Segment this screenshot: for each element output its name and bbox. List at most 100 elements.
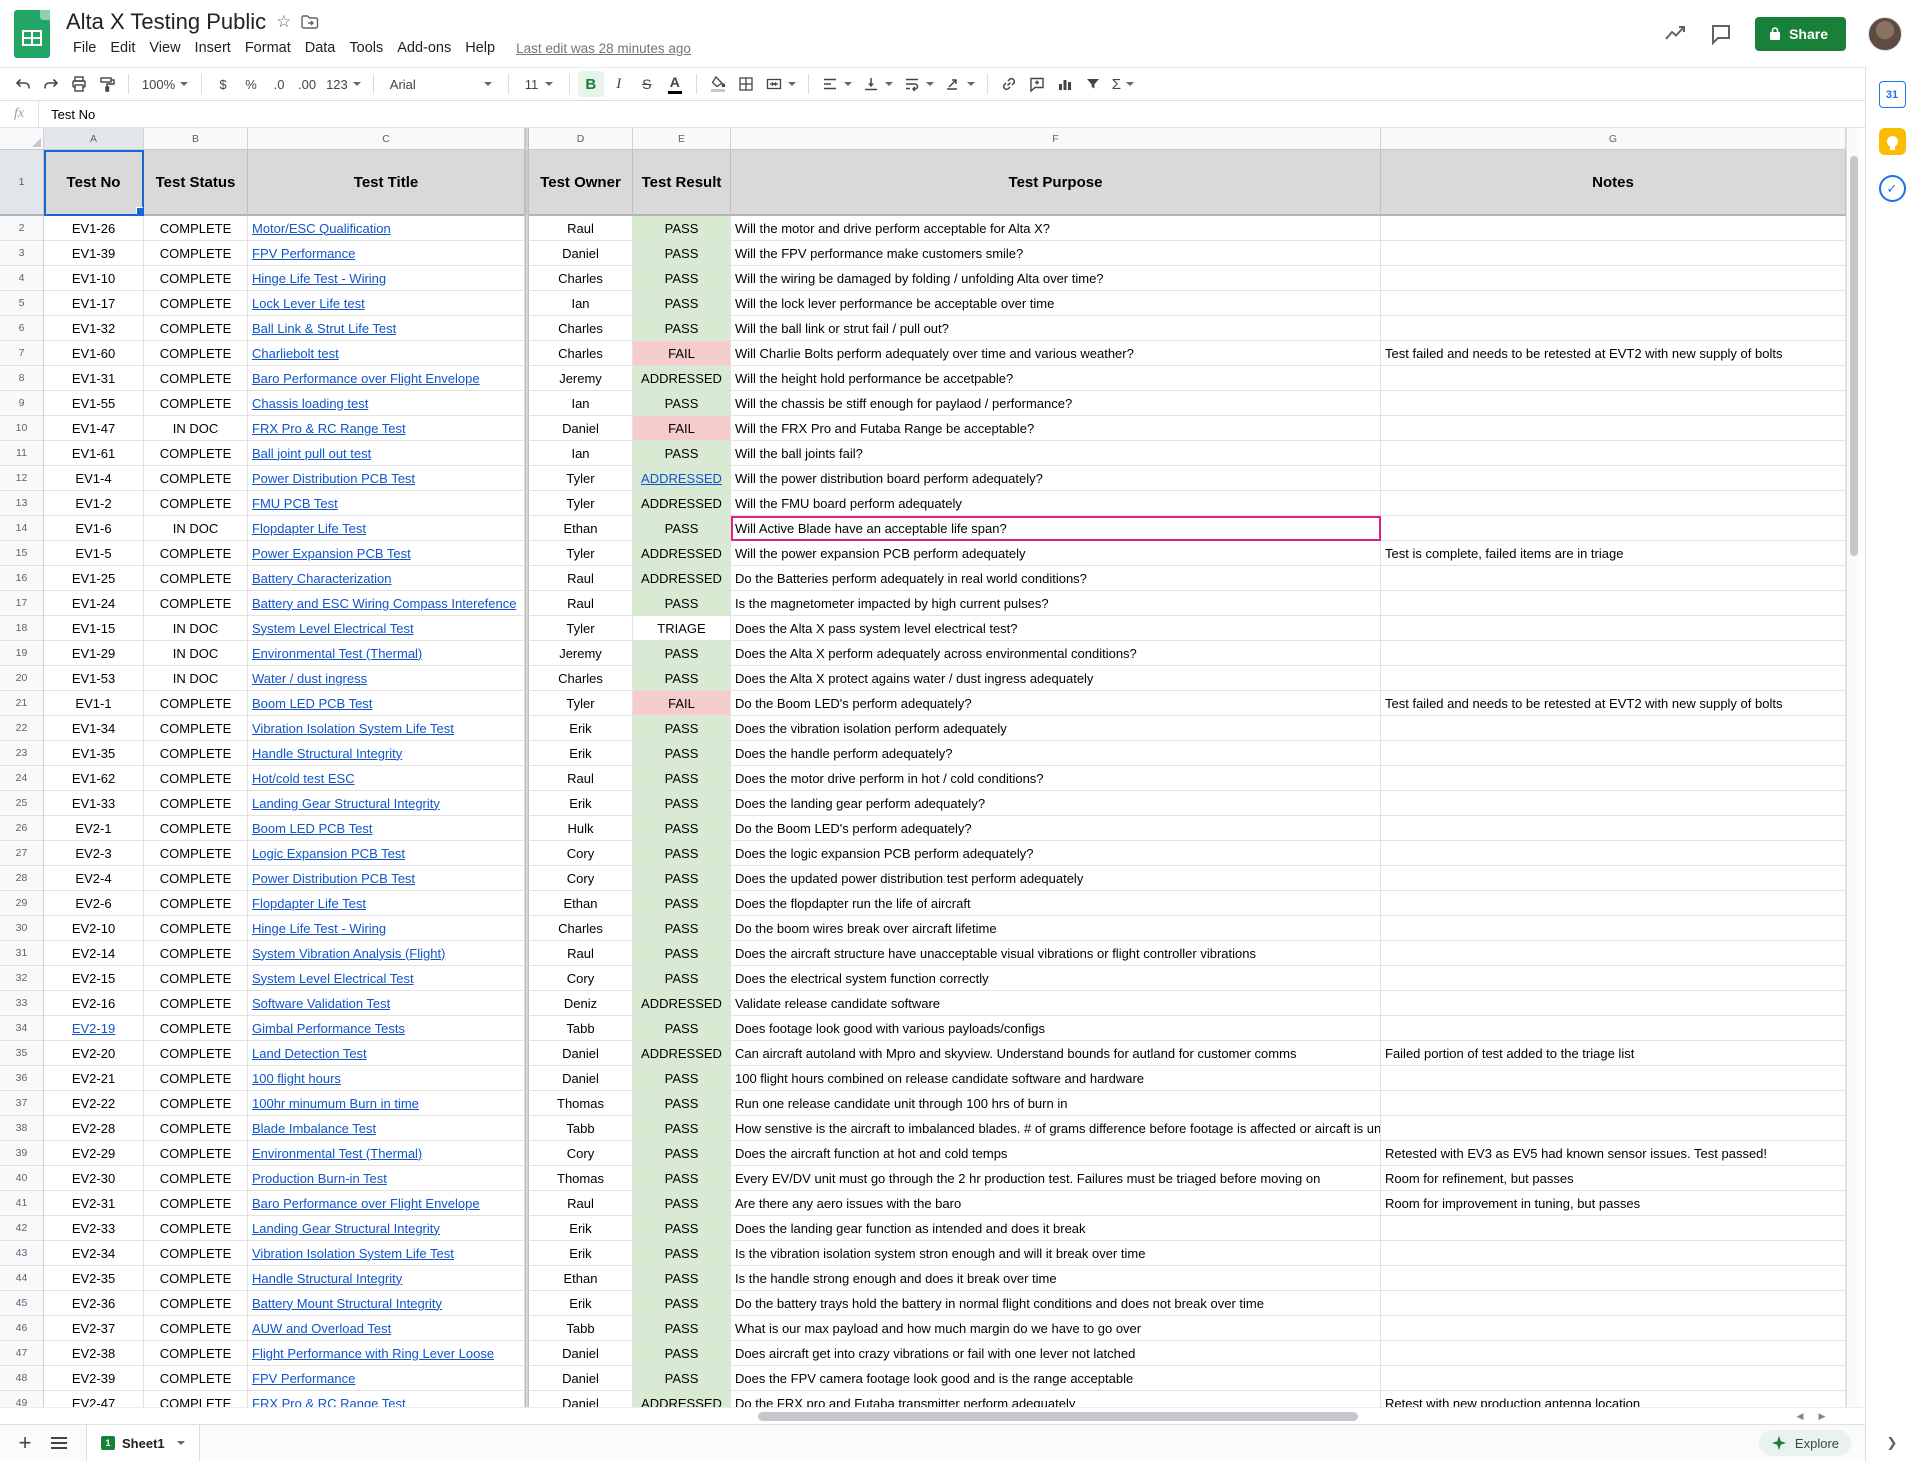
cell-notes[interactable] [1381, 466, 1846, 491]
cell-test-status[interactable]: COMPLETE [144, 566, 248, 591]
cell-test-title[interactable]: Ball Link & Strut Life Test [248, 316, 525, 341]
insights-icon[interactable] [1663, 22, 1687, 46]
cell-test-status[interactable]: COMPLETE [144, 1091, 248, 1116]
cell-test-result[interactable]: ADDRESSED [633, 1391, 731, 1407]
format-percent-button[interactable]: % [238, 71, 264, 97]
row-number[interactable]: 31 [0, 941, 44, 966]
row-number[interactable]: 20 [0, 666, 44, 691]
cell-test-title[interactable]: Production Burn-in Test [248, 1166, 525, 1191]
cell-test-result[interactable]: PASS [633, 766, 731, 791]
formula-input[interactable]: Test No [39, 107, 95, 122]
row-number[interactable]: 21 [0, 691, 44, 716]
cell-test-result[interactable]: ADDRESSED [633, 566, 731, 591]
cell-test-no[interactable]: EV1-25 [44, 566, 144, 591]
merge-cells-button[interactable] [761, 71, 800, 97]
cell-test-owner[interactable]: Ian [529, 391, 633, 416]
cell-test-no[interactable]: EV2-19 [44, 1016, 144, 1041]
cell-test-owner[interactable]: Deniz [529, 991, 633, 1016]
cell-test-title[interactable]: Power Distribution PCB Test [248, 866, 525, 891]
cell-test-owner[interactable]: Ethan [529, 891, 633, 916]
text-wrap-button[interactable] [899, 71, 938, 97]
cell-notes[interactable] [1381, 991, 1846, 1016]
cell-test-no[interactable]: EV2-10 [44, 916, 144, 941]
cell-test-no[interactable]: EV2-22 [44, 1091, 144, 1116]
vertical-align-button[interactable] [858, 71, 897, 97]
cell-test-status[interactable]: COMPLETE [144, 916, 248, 941]
cell-test-owner[interactable]: Erik [529, 791, 633, 816]
cell-notes[interactable] [1381, 591, 1846, 616]
column-header-c[interactable]: C [248, 128, 525, 150]
row-number[interactable]: 24 [0, 766, 44, 791]
test-title-link[interactable]: Blade Imbalance Test [252, 1121, 376, 1136]
cell-test-title[interactable]: Logic Expansion PCB Test [248, 841, 525, 866]
cell-test-purpose[interactable]: What is our max payload and how much mar… [731, 1316, 1381, 1341]
cell-test-title[interactable]: AUW and Overload Test [248, 1316, 525, 1341]
cell-test-owner[interactable]: Jeremy [529, 366, 633, 391]
increase-decimal-button[interactable]: .00 [294, 71, 320, 97]
cell-test-purpose-collaborator-cursor[interactable]: Will Active Blade have an acceptable lif… [731, 516, 1381, 541]
menu-format[interactable]: Format [238, 38, 298, 58]
cell-notes[interactable] [1381, 1216, 1846, 1241]
cell-test-owner[interactable]: Daniel [529, 1066, 633, 1091]
cell-test-owner[interactable]: Hulk [529, 816, 633, 841]
test-title-link[interactable]: Battery and ESC Wiring Compass Interefen… [252, 596, 516, 611]
cell-notes[interactable] [1381, 366, 1846, 391]
row-number[interactable]: 33 [0, 991, 44, 1016]
cell-test-result[interactable]: PASS [633, 1366, 731, 1391]
cell-notes[interactable] [1381, 266, 1846, 291]
cell-test-title[interactable]: Chassis loading test [248, 391, 525, 416]
cell-notes[interactable]: Retest with new production antenna locat… [1381, 1391, 1846, 1407]
cell-test-no[interactable]: EV1-31 [44, 366, 144, 391]
cell-test-purpose[interactable]: Does the logic expansion PCB perform ade… [731, 841, 1381, 866]
cell-test-no[interactable]: EV1-53 [44, 666, 144, 691]
row-number[interactable]: 28 [0, 866, 44, 891]
cell-test-status[interactable]: COMPLETE [144, 791, 248, 816]
cell-test-no[interactable]: EV1-1 [44, 691, 144, 716]
cell-test-owner[interactable]: Jeremy [529, 641, 633, 666]
cell-test-status[interactable]: COMPLETE [144, 866, 248, 891]
cell-test-no[interactable]: EV1-6 [44, 516, 144, 541]
cell-notes[interactable] [1381, 391, 1846, 416]
cell-test-status[interactable]: COMPLETE [144, 1266, 248, 1291]
test-title-link[interactable]: System Level Electrical Test [252, 621, 414, 636]
cell-test-result[interactable]: ADDRESSED [633, 1041, 731, 1066]
cell-test-purpose[interactable]: Does the handle perform adequately? [731, 741, 1381, 766]
cell-test-purpose[interactable]: Does the landing gear function as intend… [731, 1216, 1381, 1241]
cell-test-status[interactable]: COMPLETE [144, 1341, 248, 1366]
cell-test-purpose[interactable]: Will the FPV performance make customers … [731, 241, 1381, 266]
cell-notes[interactable]: Retested with EV3 as EV5 had known senso… [1381, 1141, 1846, 1166]
cell-test-no[interactable]: EV2-3 [44, 841, 144, 866]
test-title-link[interactable]: Boom LED PCB Test [252, 821, 372, 836]
cell-test-purpose[interactable]: Is the magnetometer impacted by high cur… [731, 591, 1381, 616]
cell-test-result[interactable]: PASS [633, 966, 731, 991]
vertical-scrollbar[interactable] [1846, 128, 1860, 1407]
cell-test-no[interactable]: EV1-17 [44, 291, 144, 316]
redo-button[interactable] [38, 71, 64, 97]
row-number[interactable]: 3 [0, 241, 44, 266]
cell-test-status[interactable]: COMPLETE [144, 266, 248, 291]
test-title-link[interactable]: 100 flight hours [252, 1071, 341, 1086]
cell-test-result[interactable]: PASS [633, 791, 731, 816]
test-title-link[interactable]: Water / dust ingress [252, 671, 367, 686]
cell-test-no[interactable]: EV1-4 [44, 466, 144, 491]
row-number[interactable]: 2 [0, 216, 44, 241]
cell-test-owner[interactable]: Tabb [529, 1316, 633, 1341]
cell-test-no[interactable]: EV1-55 [44, 391, 144, 416]
test-title-link[interactable]: Boom LED PCB Test [252, 696, 372, 711]
test-title-link[interactable]: Ball joint pull out test [252, 446, 371, 461]
cell-test-title[interactable]: FRX Pro & RC Range Test [248, 1391, 525, 1407]
row-number[interactable]: 30 [0, 916, 44, 941]
cell-test-title[interactable]: Flopdapter Life Test [248, 516, 525, 541]
cell-test-result[interactable]: PASS [633, 1066, 731, 1091]
cell-test-status[interactable]: COMPLETE [144, 966, 248, 991]
cell-test-status[interactable]: IN DOC [144, 641, 248, 666]
cell-test-title[interactable]: Vibration Isolation System Life Test [248, 1241, 525, 1266]
cell-test-result[interactable]: PASS [633, 591, 731, 616]
cell-notes[interactable]: Test is complete, failed items are in tr… [1381, 541, 1846, 566]
cell-notes[interactable] [1381, 1316, 1846, 1341]
functions-button[interactable]: Σ [1108, 71, 1138, 97]
cell-test-status[interactable]: COMPLETE [144, 1241, 248, 1266]
cell-test-owner[interactable]: Charles [529, 316, 633, 341]
cell-test-title[interactable]: Lock Lever Life test [248, 291, 525, 316]
cell-test-owner[interactable]: Ian [529, 441, 633, 466]
